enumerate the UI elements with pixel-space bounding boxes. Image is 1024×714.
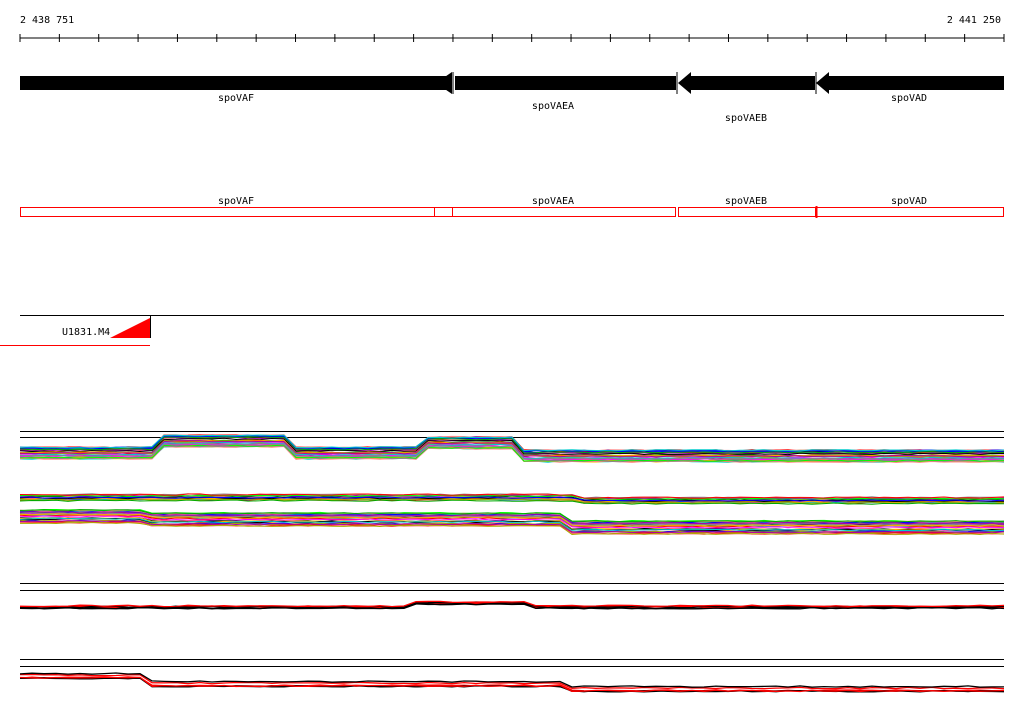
expression-traces bbox=[19, 431, 1005, 693]
gene-label-spovaf: spoVAF bbox=[218, 93, 254, 104]
coordinate-ruler bbox=[19, 34, 1005, 42]
genome-browser: 2 438 751 2 441 250 spoVAF spoVAEA spoVA… bbox=[0, 15, 1005, 693]
gene-label-spovaeb: spoVAEB bbox=[725, 113, 767, 124]
region-box-spovaf[interactable] bbox=[20, 207, 435, 217]
gene-label-spovad: spoVAD bbox=[891, 93, 927, 104]
track-header: U1831.M4 bbox=[0, 315, 1004, 346]
gene-arrow-spovad[interactable] bbox=[816, 72, 1004, 94]
gene-arrow-spovaea[interactable] bbox=[455, 76, 676, 90]
region-box-spovad[interactable] bbox=[816, 207, 1004, 217]
region-label-spovaf: spoVAF bbox=[218, 196, 254, 207]
region-box-gap bbox=[434, 207, 453, 217]
region-box-spovaea[interactable] bbox=[452, 207, 676, 217]
region-box-spovaeb[interactable] bbox=[678, 207, 816, 217]
region-label-spovaeb: spoVAEB bbox=[725, 196, 767, 207]
gene-label-spovaea: spoVAEA bbox=[532, 101, 574, 112]
expression-trace bbox=[19, 676, 1005, 693]
end-coordinate: 2 441 250 bbox=[947, 15, 1001, 26]
gene-arrow-spovaf[interactable] bbox=[20, 72, 452, 94]
gene-track: spoVAF spoVAEA spoVAEB spoVAD bbox=[20, 72, 1004, 124]
region-track: spoVAF spoVAEA spoVAEB spoVAD bbox=[20, 196, 1004, 218]
region-label-spovad: spoVAD bbox=[891, 196, 927, 207]
track-name: U1831.M4 bbox=[62, 327, 110, 338]
gene-arrow-spovaeb[interactable] bbox=[678, 72, 815, 94]
track-wedge-icon[interactable] bbox=[110, 318, 150, 338]
region-label-spovaea: spoVAEA bbox=[532, 196, 574, 207]
start-coordinate: 2 438 751 bbox=[20, 15, 74, 26]
